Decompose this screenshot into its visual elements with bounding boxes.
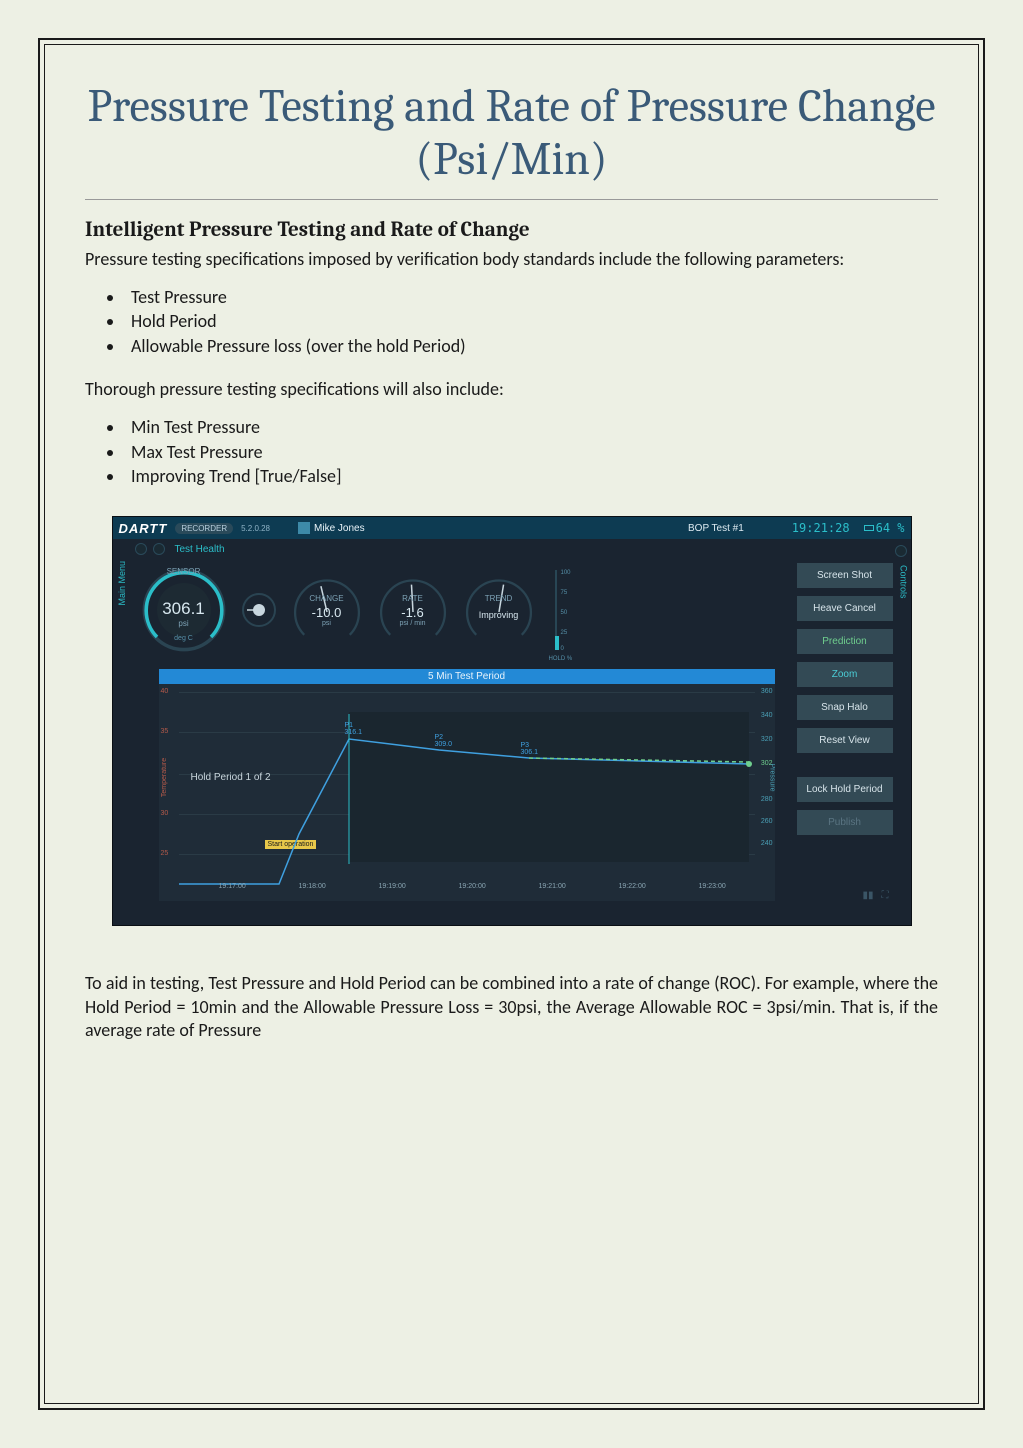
sensor-gauge: SENSOR 306.1 psi deg C [139, 565, 229, 655]
gauge-label: SENSOR [139, 567, 229, 576]
expand-icon[interactable]: ⛶ [882, 890, 889, 901]
recorder-badge: RECORDER [175, 523, 233, 534]
publish-button[interactable]: Publish [797, 810, 893, 835]
x-tick: 19:20:00 [459, 883, 486, 890]
x-tick: 19:22:00 [619, 883, 646, 890]
gauge-label: CHANGE [289, 594, 365, 603]
test-name: BOP Test #1 [688, 523, 744, 534]
prediction-button[interactable]: Prediction [797, 629, 893, 654]
gauge-value: 306.1 [139, 599, 229, 619]
gauge-unit: psi [289, 620, 365, 627]
hold-scale: 100 75 50 25 0 HOLD % [555, 570, 573, 650]
heave-cancel-button[interactable]: Heave Cancel [797, 596, 893, 621]
point-label: P2309.0 [435, 734, 453, 748]
parameter-list-1: Test Pressure Hold Period Allowable Pres… [125, 285, 938, 358]
list-item: Min Test Pressure [125, 415, 938, 439]
app-screenshot: DARTT RECORDER 5.2.0.28 Mike Jones BOP T… [112, 516, 912, 926]
reset-view-button[interactable]: Reset View [797, 728, 893, 753]
main-menu-tab[interactable]: Main Menu [117, 561, 127, 606]
tick-label: 75 [557, 590, 568, 596]
x-tick: 19:18:00 [299, 883, 326, 890]
app-logo: DARTT [119, 521, 168, 536]
gauge-label: RATE [375, 594, 451, 603]
snap-halo-button[interactable]: Snap Halo [797, 695, 893, 720]
change-gauge: CHANGE -10.0 psi [289, 574, 365, 650]
x-tick: 19:19:00 [379, 883, 406, 890]
section-heading: Intelligent Pressure Testing and Rate of… [85, 218, 938, 242]
x-tick: 19:23:00 [699, 883, 726, 890]
tick-label: 25 [557, 630, 568, 636]
chart-banner: 5 Min Test Period [159, 669, 775, 684]
paragraph-intro: Pressure testing specifications imposed … [85, 248, 938, 271]
list-item: Allowable Pressure loss (over the hold P… [125, 334, 938, 358]
paragraph-body: To aid in testing, Test Pressure and Hol… [85, 972, 938, 1042]
screenshot-button[interactable]: Screen Shot [797, 563, 893, 588]
battery-label: 64 % [864, 521, 905, 535]
tab-toggle-icon[interactable] [135, 543, 147, 555]
gauge-label: TREND [461, 594, 537, 603]
tick-label: 50 [557, 610, 568, 616]
list-item: Improving Trend [True/False] [125, 464, 938, 488]
battery-icon [864, 525, 874, 531]
point-label: P1316.1 [345, 722, 363, 736]
gauge-sub: deg C [139, 635, 229, 642]
list-item: Max Test Pressure [125, 440, 938, 464]
control-panel: Screen Shot Heave Cancel Prediction Zoom… [797, 563, 893, 835]
tab-testhealth[interactable]: Test Health [175, 544, 225, 555]
clock-label: 19:21:28 [792, 521, 850, 535]
list-item: Hold Period [125, 309, 938, 333]
zoom-button[interactable]: Zoom [797, 662, 893, 687]
rate-gauge: RATE -1.6 psi / min [375, 574, 451, 650]
avatar-icon [298, 522, 310, 534]
user-name: Mike Jones [314, 523, 365, 534]
gauge-value: -1.6 [375, 605, 451, 620]
bottom-icon-row: ▮▮ ⛶ [862, 890, 888, 901]
tab-toggle-icon[interactable] [153, 543, 165, 555]
x-tick: 19:17:00 [219, 883, 246, 890]
gauge-row: SENSOR 306.1 psi deg C CHANGE [139, 565, 689, 655]
gauge-unit: psi [139, 619, 229, 628]
hold-label: HOLD % [549, 656, 573, 662]
app-header: DARTT RECORDER 5.2.0.28 Mike Jones BOP T… [113, 517, 911, 539]
point-label: P3306.1 [521, 742, 539, 756]
list-item: Test Pressure [125, 285, 938, 309]
controls-tab[interactable]: Controls [899, 565, 909, 599]
tick-label: 0 [557, 646, 564, 652]
x-tick: 19:21:00 [539, 883, 566, 890]
gauge-unit: psi / min [375, 620, 451, 627]
paragraph-intro-2: Thorough pressure testing specifications… [85, 378, 938, 401]
gauge-value: Improving [461, 610, 537, 620]
document-title: Pressure Testing and Rate of Pressure Ch… [85, 81, 938, 200]
pause-icon[interactable]: ▮▮ [862, 890, 873, 901]
tab-bar: Test Health [113, 539, 911, 559]
controls-toggle-icon[interactable] [895, 545, 907, 557]
tick-label: 100 [557, 570, 571, 576]
parameter-list-2: Min Test Pressure Max Test Pressure Impr… [125, 415, 938, 488]
gauge-value: -10.0 [289, 605, 365, 620]
trend-gauge: TREND Improving [461, 574, 537, 650]
pressure-chart: 5 Min Test Period 40 35 30 25 360 340 32… [159, 669, 775, 901]
lock-hold-button[interactable]: Lock Hold Period [797, 777, 893, 802]
dial-knob-icon[interactable] [239, 590, 279, 630]
version-label: 5.2.0.28 [241, 524, 270, 533]
